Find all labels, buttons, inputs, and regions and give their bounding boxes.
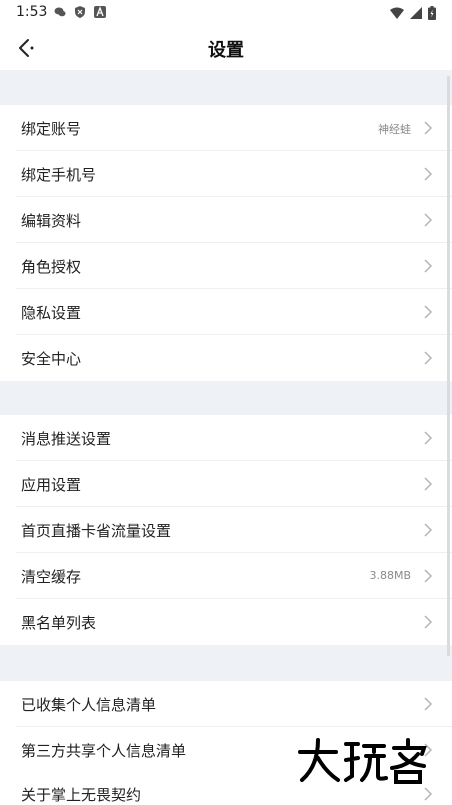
status-time: 1:53 — [16, 4, 48, 20]
section-spacer — [0, 378, 452, 415]
cache-size: 3.88MB — [369, 569, 411, 582]
row-label: 隐私设置 — [21, 304, 82, 322]
section-spacer — [0, 70, 452, 105]
nav-bar: 设置 — [0, 26, 452, 70]
chevron-right-icon — [424, 259, 433, 273]
a-app-icon — [94, 6, 106, 18]
row-label: 绑定手机号 — [21, 166, 97, 184]
page-title: 设置 — [208, 40, 244, 61]
row-push-settings[interactable]: 消息推送设置 — [0, 415, 452, 461]
shield-icon — [75, 6, 85, 18]
chevron-right-icon — [424, 167, 433, 181]
row-label: 绑定账号 — [21, 120, 82, 138]
chevron-right-icon — [424, 523, 433, 537]
row-label: 应用设置 — [21, 476, 82, 494]
battery-icon — [428, 6, 436, 20]
row-clear-cache[interactable]: 清空缓存 3.88MB — [0, 553, 452, 599]
row-bind-account[interactable]: 绑定账号 神经蛙 — [0, 105, 452, 151]
chevron-right-icon — [424, 697, 433, 711]
row-blacklist[interactable]: 黑名单列表 — [0, 599, 452, 645]
row-role-authorization[interactable]: 角色授权 — [0, 243, 452, 289]
row-label: 已收集个人信息清单 — [21, 696, 157, 714]
row-bind-phone[interactable]: 绑定手机号 — [0, 151, 452, 197]
chevron-right-icon — [424, 121, 433, 135]
chevron-right-icon — [424, 351, 433, 365]
row-security-center[interactable]: 安全中心 — [0, 335, 452, 381]
row-app-settings[interactable]: 应用设置 — [0, 461, 452, 507]
section-spacer — [0, 644, 452, 681]
row-privacy-settings[interactable]: 隐私设置 — [0, 289, 452, 335]
row-label: 清空缓存 — [21, 568, 82, 586]
wechat-icon — [54, 7, 66, 17]
chevron-right-icon — [424, 213, 433, 227]
row-label: 安全中心 — [21, 350, 82, 368]
signal-icon — [410, 7, 422, 19]
row-label: 关于掌上无畏契约 — [21, 786, 142, 804]
watermark-logo — [298, 738, 427, 784]
chevron-right-icon — [424, 787, 433, 801]
row-label: 编辑资料 — [21, 212, 82, 230]
scrollbar[interactable] — [447, 76, 450, 656]
row-live-card-data-saver[interactable]: 首页直播卡省流量设置 — [0, 507, 452, 553]
status-right-icons — [390, 6, 436, 20]
row-value: 神经蛙 — [378, 123, 411, 136]
row-label: 角色授权 — [21, 258, 82, 276]
row-label: 消息推送设置 — [21, 430, 112, 448]
chevron-right-icon — [424, 305, 433, 319]
row-edit-profile[interactable]: 编辑资料 — [0, 197, 452, 243]
row-label: 首页直播卡省流量设置 — [21, 522, 172, 540]
status-left-icons — [54, 6, 106, 18]
wifi-icon — [390, 7, 404, 19]
chevron-right-icon — [424, 615, 433, 629]
chevron-right-icon — [424, 477, 433, 491]
status-bar: 1:53 — [0, 0, 452, 26]
row-collected-info-list[interactable]: 已收集个人信息清单 — [0, 681, 452, 727]
row-label: 黑名单列表 — [21, 614, 97, 632]
row-label: 第三方共享个人信息清单 — [21, 742, 187, 760]
chevron-right-icon — [424, 431, 433, 445]
chevron-right-icon — [424, 569, 433, 583]
